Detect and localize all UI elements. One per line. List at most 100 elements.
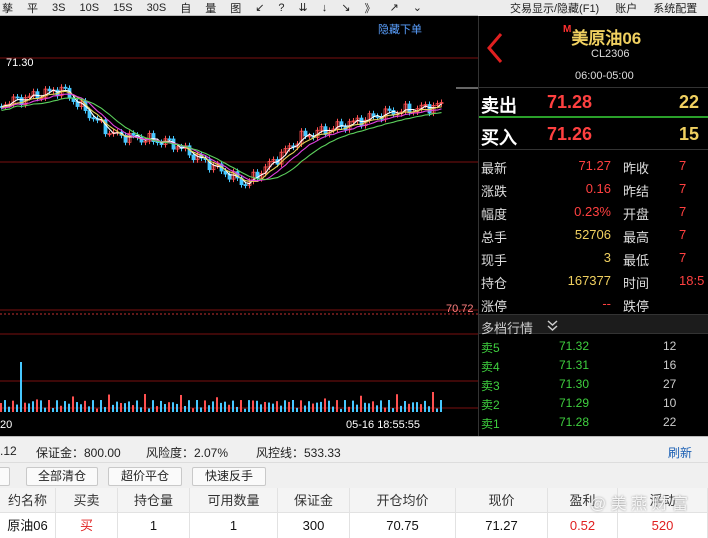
volume-bar: [80, 404, 82, 412]
chart-canvas[interactable]: [0, 16, 478, 436]
kline-chart[interactable]: 隐藏下单 71.30 70.72 20 05-16 18:55:55: [0, 16, 478, 436]
quick-reverse-button[interactable]: 快速反手: [192, 467, 266, 486]
volume-bar: [212, 401, 214, 412]
volume-bar: [432, 392, 434, 412]
toolbar-item[interactable]: 3S: [52, 2, 65, 14]
stat-label-2: 昨结: [623, 184, 650, 199]
instrument-name: 美原油06: [571, 29, 642, 48]
depth-row[interactable]: 卖4 71.31 16: [479, 355, 708, 374]
volume-bar: [272, 403, 274, 412]
toolbar-item[interactable]: 自: [180, 0, 191, 15]
table-cell[interactable]: 300: [278, 513, 350, 538]
overprice-close-button[interactable]: 超价平仓: [108, 467, 182, 486]
candle-body: [15, 96, 20, 99]
table-cell[interactable]: 原油06: [0, 513, 56, 538]
refresh-link[interactable]: 刷新: [668, 444, 692, 461]
volume-bar: [240, 400, 242, 412]
stat-row: 幅度 0.23% 开盘 7: [479, 200, 708, 223]
chevron-double-down-icon[interactable]: [547, 320, 558, 331]
table-cell[interactable]: 1: [190, 513, 278, 538]
top-menu-item[interactable]: 交易显示/隐藏(F1): [510, 0, 599, 16]
top-menu-item[interactable]: 系统配置: [653, 0, 697, 16]
trading-session: 06:00-05:00: [575, 70, 634, 82]
candle-body: [303, 130, 308, 137]
volume-bar: [320, 401, 322, 412]
table-header[interactable]: 保证金: [278, 488, 350, 513]
stat-label: 总手: [481, 230, 508, 245]
depth-qty: 16: [663, 358, 677, 372]
volume-bar: [340, 408, 342, 412]
volume-bar: [316, 402, 318, 412]
volume-bar: [244, 408, 246, 412]
toolbar-item[interactable]: 30S: [147, 2, 167, 14]
chart-toolbar: 孳平 3S 10S 15S 30S 自量图 ↙? ⇊ ↓ ↘ 》 ↗ ⌄: [0, 0, 478, 16]
depth-header[interactable]: 多档行情: [479, 314, 708, 336]
volume-bar: [292, 400, 294, 412]
toolbar-item[interactable]: ↙: [255, 1, 264, 14]
balance-fragment: .12: [0, 444, 17, 458]
toolbar-item[interactable]: ⇊: [299, 1, 308, 14]
candle-body: [47, 88, 52, 92]
volume-bar: [364, 402, 366, 412]
volume-bar: [100, 400, 102, 412]
volume-bar: [188, 400, 190, 412]
toolbar-item[interactable]: ?: [278, 2, 284, 14]
candle-body: [243, 184, 248, 187]
table-cell[interactable]: 70.75: [350, 513, 456, 538]
time-axis-timestamp: 05-16 18:55:55: [346, 419, 421, 431]
top-menu-item[interactable]: 账户: [615, 0, 637, 16]
partial-button[interactable]: [0, 467, 10, 486]
toolbar-item[interactable]: ↘: [341, 1, 350, 14]
depth-row[interactable]: 卖1 71.28 22: [479, 412, 708, 431]
account-status-bar: .12 保证金：800.00 风险度：2.07% 风控线：533.33 刷新: [0, 436, 708, 462]
volume-bar: [356, 404, 358, 412]
volume-bar: [68, 403, 70, 412]
bid-row[interactable]: 买入 71.26 15: [479, 122, 708, 150]
table-header[interactable]: 可用数量: [190, 488, 278, 513]
hide-order-link[interactable]: 隐藏下单: [378, 21, 422, 37]
volume-bar: [92, 400, 94, 412]
depth-qty: 27: [663, 377, 677, 391]
table-cell[interactable]: 520: [618, 513, 708, 538]
volume-bar: [268, 402, 270, 412]
toolbar-item[interactable]: ⌄: [413, 1, 422, 14]
volume-bar: [164, 404, 166, 412]
toolbar-item[interactable]: 图: [230, 0, 241, 15]
candle-body: [91, 117, 96, 120]
stat-value: --: [602, 296, 611, 311]
toolbar-item[interactable]: 》: [364, 0, 375, 15]
table-cell[interactable]: 0.52: [548, 513, 618, 538]
volume-bar: [8, 406, 10, 412]
close-all-button[interactable]: 全部清仓: [26, 467, 98, 486]
toolbar-item[interactable]: 孳: [2, 0, 13, 15]
toolbar-item[interactable]: ↗: [389, 1, 398, 14]
table-cell[interactable]: 买: [56, 513, 118, 538]
depth-level: 卖1: [481, 417, 500, 431]
ask-row[interactable]: 卖出 71.28 22: [479, 90, 708, 118]
table-header[interactable]: 持仓量: [118, 488, 190, 513]
volume-bar: [368, 403, 370, 412]
toolbar-item[interactable]: 量: [205, 0, 216, 15]
ask-label: 卖出: [481, 96, 517, 116]
toolbar-item[interactable]: 15S: [113, 2, 133, 14]
table-cell[interactable]: 71.27: [456, 513, 548, 538]
table-header[interactable]: 买卖: [56, 488, 118, 513]
high-price-label: 71.30: [6, 57, 34, 69]
volume-bar: [392, 408, 394, 412]
stat-label: 幅度: [481, 207, 508, 222]
table-cell[interactable]: 1: [118, 513, 190, 538]
toolbar-item[interactable]: 平: [27, 0, 38, 15]
depth-row[interactable]: 卖5 71.32 12: [479, 336, 708, 355]
table-header[interactable]: 开仓均价: [350, 488, 456, 513]
toolbar-item[interactable]: ↓: [322, 2, 328, 14]
toolbar-item[interactable]: 10S: [79, 2, 99, 14]
table-header[interactable]: 现价: [456, 488, 548, 513]
depth-row[interactable]: 卖3 71.30 27: [479, 374, 708, 393]
volume-bar: [60, 405, 62, 412]
volume-bar: [428, 406, 430, 412]
depth-row[interactable]: 卖2 71.29 10: [479, 393, 708, 412]
stat-row: 最新 71.27 昨收 7: [479, 154, 708, 177]
table-header[interactable]: 约名称: [0, 488, 56, 513]
volume-bar: [156, 406, 158, 412]
back-chevron-icon[interactable]: [485, 30, 505, 66]
